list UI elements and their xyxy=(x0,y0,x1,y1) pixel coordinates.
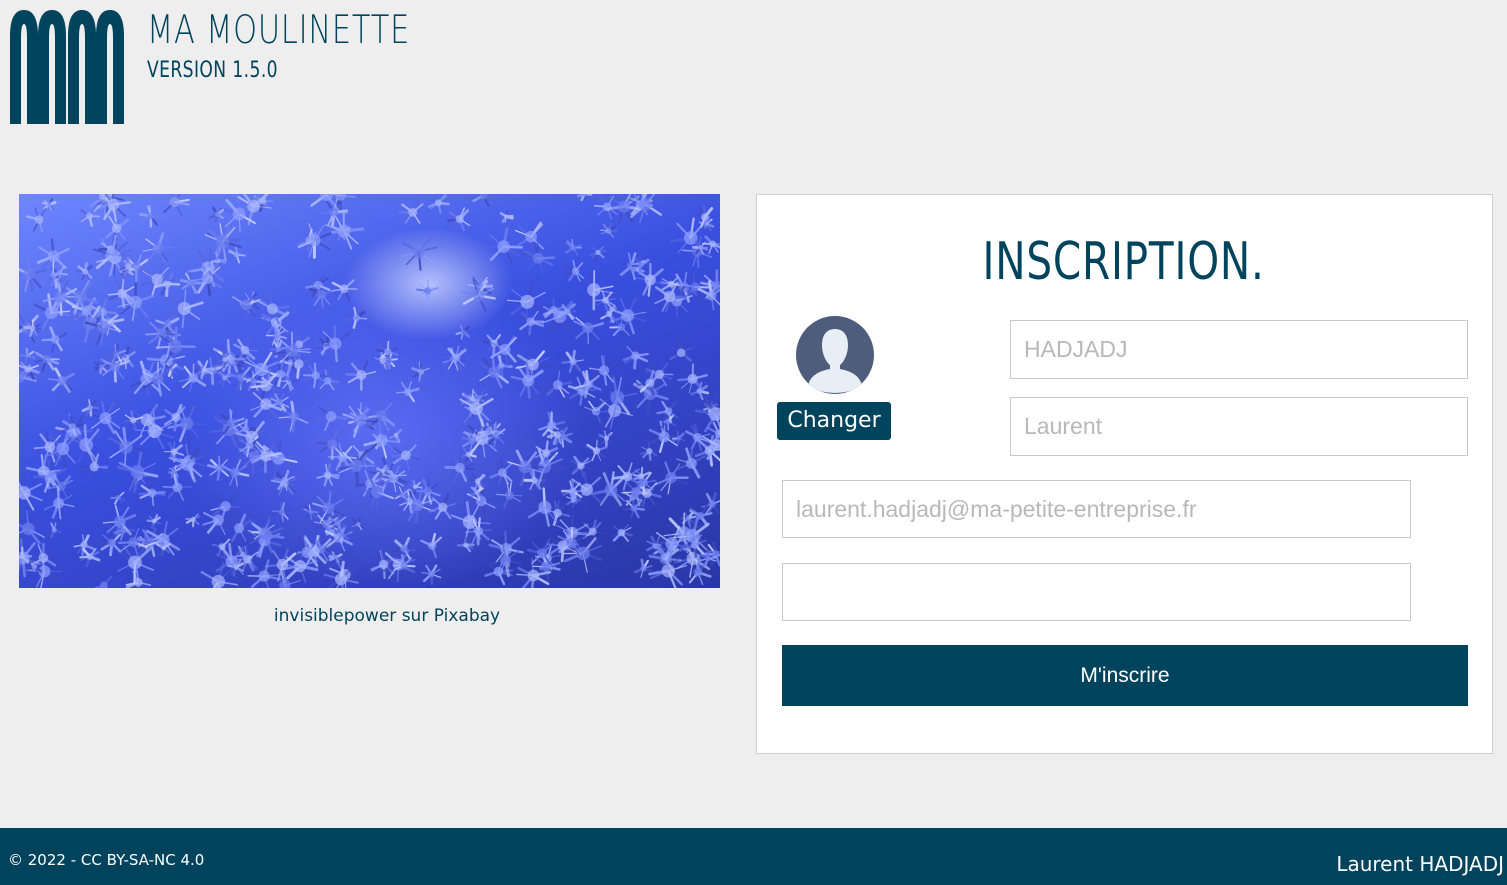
photo-source-link[interactable]: Pixabay xyxy=(434,606,500,626)
photo-credit-separator: sur xyxy=(396,606,434,626)
app-version: VERSION 1.5.0 xyxy=(147,58,278,83)
footer: © 2022 - CC BY-SA-NC 4.0 Laurent HADJADJ xyxy=(0,828,1507,885)
photo-credit: invisiblepower sur Pixabay xyxy=(19,606,755,626)
firstname-input[interactable] xyxy=(1010,397,1468,456)
change-avatar-button[interactable]: Changer xyxy=(777,402,891,440)
form-title: INSCRIPTION. xyxy=(982,232,1265,292)
lastname-input[interactable] xyxy=(1010,320,1468,379)
app-title: MA MOULINETTE xyxy=(147,8,411,53)
license-text: © 2022 - CC BY-SA-NC 4.0 xyxy=(8,851,205,869)
mm-logo-icon xyxy=(10,10,124,124)
email-input[interactable] xyxy=(782,480,1411,538)
photo-author-link[interactable]: invisiblepower xyxy=(274,606,396,626)
author-name: Laurent HADJADJ xyxy=(1336,852,1504,876)
password-input[interactable] xyxy=(782,563,1411,621)
signup-button[interactable]: M'inscrire xyxy=(782,645,1468,706)
user-avatar-icon xyxy=(796,316,874,394)
